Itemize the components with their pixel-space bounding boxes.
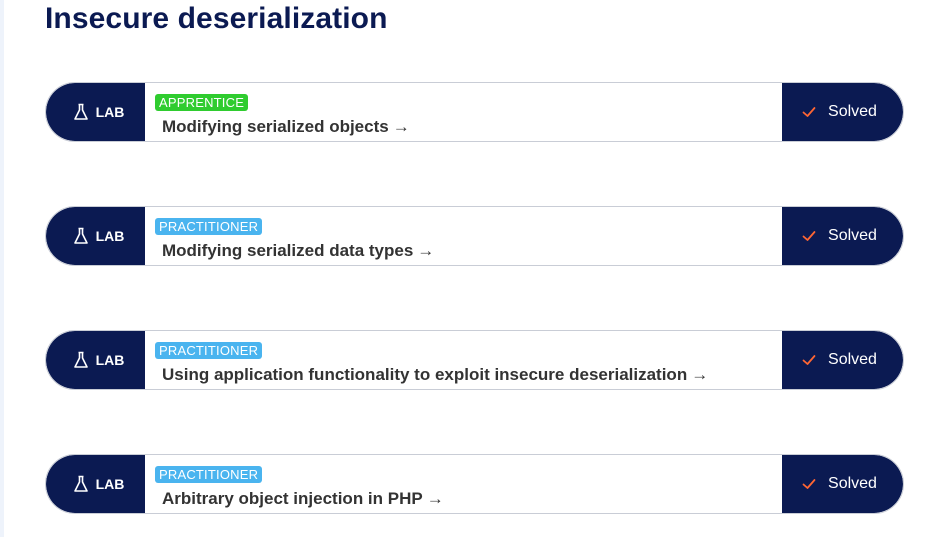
status-label: Solved <box>828 475 877 492</box>
arrow-right-icon: → <box>392 117 410 136</box>
lab-title: Arbitrary object injection in PHP <box>162 489 423 508</box>
lab-link[interactable]: Modifying serialized objects → <box>162 117 410 137</box>
lab-title: Modifying serialized data types <box>162 241 414 260</box>
status-solved: Solved <box>782 455 903 513</box>
flask-icon <box>73 103 88 120</box>
level-badge: APPRENTICE <box>155 94 249 111</box>
level-badge: PRACTITIONER <box>155 218 263 235</box>
lab-tag-label: LAB <box>95 476 125 492</box>
lab-link[interactable]: Arbitrary object injection in PHP → <box>162 489 444 509</box>
lab-title: Modifying serialized objects <box>162 117 389 136</box>
flask-icon <box>73 227 88 244</box>
lab-card[interactable]: LAB APPRENTICE Modifying serialized obje… <box>45 82 904 142</box>
arrow-right-icon: → <box>691 365 709 384</box>
flask-icon <box>73 351 88 368</box>
lab-body: APPRENTICE Modifying serialized objects → <box>145 83 782 141</box>
lab-tag: LAB <box>46 207 145 265</box>
check-icon <box>802 355 816 365</box>
lab-body: PRACTITIONER Arbitrary object injection … <box>145 455 782 513</box>
lab-card[interactable]: LAB PRACTITIONER Using application funct… <box>45 330 904 390</box>
lab-title: Using application functionality to explo… <box>162 365 688 384</box>
lab-tag-label: LAB <box>95 352 125 368</box>
lab-body: PRACTITIONER Using application functiona… <box>145 331 782 389</box>
status-label: Solved <box>828 227 877 244</box>
status-solved: Solved <box>782 331 903 389</box>
level-badge: PRACTITIONER <box>155 466 263 483</box>
status-solved: Solved <box>782 207 903 265</box>
check-icon <box>802 479 816 489</box>
check-icon <box>802 231 816 241</box>
lab-tag: LAB <box>46 455 145 513</box>
lab-card[interactable]: LAB PRACTITIONER Modifying serialized da… <box>45 206 904 266</box>
level-badge: PRACTITIONER <box>155 342 263 359</box>
lab-tag-label: LAB <box>95 104 125 120</box>
left-edge-rule <box>0 0 4 537</box>
check-icon <box>802 107 816 117</box>
lab-link[interactable]: Using application functionality to explo… <box>162 365 708 385</box>
arrow-right-icon: → <box>417 241 435 260</box>
lab-tag: LAB <box>46 331 145 389</box>
lab-card[interactable]: LAB PRACTITIONER Arbitrary object inject… <box>45 454 904 514</box>
page-title: Insecure deserialization <box>45 2 388 35</box>
arrow-right-icon: → <box>426 489 444 508</box>
lab-link[interactable]: Modifying serialized data types → <box>162 241 434 261</box>
status-label: Solved <box>828 351 877 368</box>
status-solved: Solved <box>782 83 903 141</box>
lab-tag: LAB <box>46 83 145 141</box>
flask-icon <box>73 475 88 492</box>
status-label: Solved <box>828 103 877 120</box>
lab-body: PRACTITIONER Modifying serialized data t… <box>145 207 782 265</box>
lab-tag-label: LAB <box>95 228 125 244</box>
